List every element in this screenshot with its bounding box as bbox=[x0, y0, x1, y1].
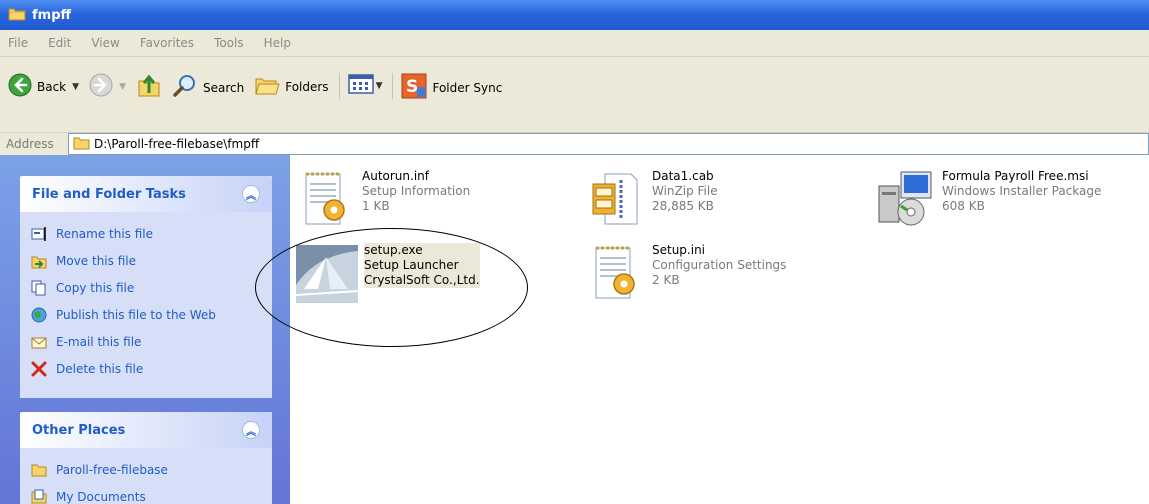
file-type: Windows Installer Package bbox=[942, 184, 1102, 198]
settings-file-icon bbox=[586, 243, 646, 303]
file-type: Configuration Settings bbox=[652, 258, 787, 272]
back-label: Back bbox=[37, 79, 67, 94]
menu-file[interactable]: File bbox=[6, 34, 30, 52]
title-bar: fmpff bbox=[0, 0, 1149, 30]
email-icon bbox=[30, 333, 48, 351]
task-label: Copy this file bbox=[56, 280, 135, 295]
place-my-documents[interactable]: My Documents bbox=[30, 483, 262, 504]
place-label: My Documents bbox=[56, 489, 146, 504]
annotation-ellipse bbox=[255, 228, 528, 347]
delete-icon bbox=[30, 360, 48, 378]
task-rename-file[interactable]: Rename this file bbox=[30, 220, 262, 247]
file-size: 28,885 KB bbox=[652, 199, 714, 213]
folders-button[interactable]: Folders bbox=[254, 73, 329, 100]
folder-icon bbox=[30, 461, 48, 479]
panel-title: Other Places bbox=[32, 422, 126, 438]
place-parent-folder[interactable]: Paroll-free-filebase bbox=[30, 456, 262, 483]
task-label: Rename this file bbox=[56, 226, 154, 241]
file-type: Setup Information bbox=[362, 184, 471, 198]
folder-sync-label: Folder Sync bbox=[432, 80, 503, 95]
file-item[interactable]: Setup.ini Configuration Settings 2 KB bbox=[586, 243, 786, 303]
file-size: 1 KB bbox=[362, 199, 390, 213]
file-name: Autorun.inf bbox=[362, 169, 429, 183]
task-label: Move this file bbox=[56, 253, 136, 268]
file-size: 608 KB bbox=[942, 199, 985, 213]
search-button[interactable]: Search bbox=[172, 73, 244, 102]
task-publish-web[interactable]: Publish this file to the Web bbox=[30, 301, 262, 328]
back-button[interactable]: Back ▼ bbox=[8, 73, 79, 100]
folder-icon bbox=[73, 136, 90, 153]
rename-icon bbox=[30, 225, 48, 243]
task-label: Delete this file bbox=[56, 361, 144, 376]
folders-label: Folders bbox=[285, 79, 329, 94]
file-item[interactable]: Data1.cab WinZip File 28,885 KB bbox=[586, 169, 718, 229]
chevron-down-icon[interactable]: ▼ bbox=[72, 82, 79, 92]
task-delete-file[interactable]: Delete this file bbox=[30, 355, 262, 382]
file-type: WinZip File bbox=[652, 184, 718, 198]
back-arrow-icon bbox=[8, 73, 32, 100]
folder-sync-icon: S bbox=[401, 73, 427, 102]
panel-title: File and Folder Tasks bbox=[32, 186, 186, 202]
menu-edit[interactable]: Edit bbox=[46, 34, 73, 52]
file-folder-tasks-header[interactable]: File and Folder Tasks ︽ bbox=[20, 176, 272, 212]
file-name: Setup.ini bbox=[652, 243, 706, 257]
file-item[interactable]: Formula Payroll Free.msi Windows Install… bbox=[876, 169, 1101, 229]
window-title: fmpff bbox=[32, 7, 72, 23]
installer-icon bbox=[876, 169, 936, 229]
up-folder-icon bbox=[136, 73, 162, 102]
address-bar: Address D:\Paroll-free-filebase\fmpff bbox=[0, 133, 1149, 155]
settings-file-icon bbox=[296, 169, 356, 229]
address-input[interactable]: D:\Paroll-free-filebase\fmpff bbox=[68, 133, 1149, 155]
toolbar-separator bbox=[338, 73, 340, 99]
menu-favorites[interactable]: Favorites bbox=[138, 34, 196, 52]
chevron-down-icon[interactable]: ▼ bbox=[376, 81, 383, 91]
address-path: D:\Paroll-free-filebase\fmpff bbox=[94, 137, 260, 151]
address-label: Address bbox=[6, 137, 54, 151]
task-email-file[interactable]: E-mail this file bbox=[30, 328, 262, 355]
collapse-icon[interactable]: ︽ bbox=[242, 185, 260, 203]
cabinet-icon bbox=[586, 169, 646, 229]
search-label: Search bbox=[202, 80, 245, 95]
move-icon bbox=[30, 252, 48, 270]
views-button[interactable]: ▼ bbox=[347, 73, 383, 98]
task-label: Publish this file to the Web bbox=[56, 307, 216, 322]
menu-bar: File Edit View Favorites Tools Help bbox=[0, 30, 1149, 57]
search-icon bbox=[172, 73, 198, 102]
menu-view[interactable]: View bbox=[89, 34, 121, 52]
task-move-file[interactable]: Move this file bbox=[30, 247, 262, 274]
file-folder-tasks-panel: File and Folder Tasks ︽ Rename this file… bbox=[20, 176, 272, 398]
forward-arrow-icon bbox=[89, 73, 113, 100]
folder-sync-button[interactable]: S Folder Sync bbox=[401, 73, 502, 102]
collapse-icon[interactable]: ︽ bbox=[242, 421, 260, 439]
copy-icon bbox=[30, 279, 48, 297]
folders-icon bbox=[254, 73, 280, 100]
menu-tools[interactable]: Tools bbox=[212, 34, 246, 52]
task-copy-file[interactable]: Copy this file bbox=[30, 274, 262, 301]
forward-button[interactable]: ▼ bbox=[89, 73, 126, 100]
other-places-header[interactable]: Other Places ︽ bbox=[20, 412, 272, 448]
task-pane: File and Folder Tasks ︽ Rename this file… bbox=[0, 155, 290, 504]
menu-help[interactable]: Help bbox=[262, 34, 293, 52]
file-item[interactable]: Autorun.inf Setup Information 1 KB bbox=[296, 169, 470, 229]
svg-text:S: S bbox=[406, 77, 418, 97]
place-label: Paroll-free-filebase bbox=[56, 462, 168, 477]
toolbar: Back ▼ ▼ Search Folders ▼ S Folder Sync bbox=[0, 57, 1149, 133]
task-label: E-mail this file bbox=[56, 334, 142, 349]
file-name: Data1.cab bbox=[652, 169, 714, 183]
views-icon bbox=[347, 73, 374, 98]
my-documents-icon bbox=[30, 488, 48, 504]
other-places-panel: Other Places ︽ Paroll-free-filebase My D… bbox=[20, 412, 272, 504]
file-name: Formula Payroll Free.msi bbox=[942, 169, 1089, 183]
globe-icon bbox=[30, 306, 48, 324]
up-folder-button[interactable] bbox=[136, 73, 162, 102]
file-size: 2 KB bbox=[652, 273, 680, 287]
folder-icon bbox=[8, 6, 26, 24]
toolbar-separator bbox=[392, 73, 394, 99]
chevron-down-icon[interactable]: ▼ bbox=[119, 82, 126, 92]
